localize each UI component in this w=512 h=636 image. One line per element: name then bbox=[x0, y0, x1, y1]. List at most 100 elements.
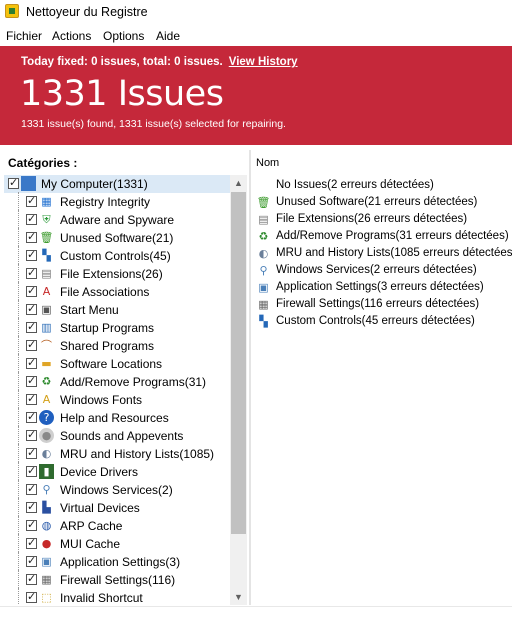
category-item[interactable]: ◍ ARP Cache bbox=[4, 516, 230, 536]
category-checkbox[interactable] bbox=[26, 374, 37, 387]
list-header[interactable]: Nom bbox=[251, 150, 512, 174]
category-label: Custom Controls(45) bbox=[60, 249, 171, 263]
category-item[interactable]: ? Help and Resources bbox=[4, 408, 230, 428]
category-checkbox[interactable] bbox=[26, 572, 37, 585]
shared-icon: ⌒ bbox=[39, 338, 54, 353]
tree-connector bbox=[18, 408, 20, 428]
categories-scrollbar[interactable]: ▲ ▼ bbox=[230, 175, 247, 605]
category-item[interactable]: ▥ Startup Programs bbox=[4, 318, 230, 338]
category-item[interactable]: ♻ Add/Remove Programs(31) bbox=[4, 372, 230, 392]
category-item[interactable]: ◐ MRU and History Lists(1085) bbox=[4, 444, 230, 464]
category-label: File Extensions(26) bbox=[60, 267, 163, 281]
recycle-icon: ♻ bbox=[39, 374, 54, 389]
controls-icon: ▚ bbox=[39, 248, 54, 263]
category-item[interactable]: ▙ Virtual Devices bbox=[4, 498, 230, 518]
category-item[interactable]: ▮ Device Drivers bbox=[4, 462, 230, 482]
tree-connector bbox=[18, 462, 20, 482]
category-item[interactable]: ▣ Start Menu bbox=[4, 300, 230, 320]
menu-options[interactable]: Options bbox=[103, 29, 144, 43]
services-icon: ⚲ bbox=[39, 482, 54, 497]
firewall-icon: ▦ bbox=[256, 297, 271, 312]
tree-connector bbox=[18, 480, 20, 500]
category-checkbox[interactable] bbox=[26, 518, 37, 531]
tree-connector bbox=[18, 426, 20, 446]
category-checkbox[interactable] bbox=[26, 266, 37, 279]
services-icon: ⚲ bbox=[256, 263, 271, 278]
sound-icon: ● bbox=[39, 428, 54, 443]
tree-connector bbox=[18, 246, 20, 266]
category-checkbox[interactable] bbox=[26, 392, 37, 405]
category-checkbox[interactable] bbox=[26, 356, 37, 369]
category-checkbox[interactable] bbox=[26, 554, 37, 567]
pane-splitter[interactable] bbox=[249, 150, 251, 605]
tree-connector bbox=[18, 318, 20, 338]
issue-label: No Issues(2 erreurs détectées) bbox=[276, 179, 434, 191]
category-checkbox[interactable] bbox=[26, 194, 37, 207]
status-divider bbox=[0, 606, 512, 607]
category-item[interactable]: A Windows Fonts bbox=[4, 390, 230, 410]
category-checkbox[interactable] bbox=[26, 428, 37, 441]
issue-label: Firewall Settings(116 erreurs détectées) bbox=[276, 298, 480, 310]
category-checkbox[interactable] bbox=[26, 230, 37, 243]
category-item[interactable]: ▣ Application Settings(3) bbox=[4, 552, 230, 572]
category-label: Software Locations bbox=[60, 357, 163, 371]
menu-aide[interactable]: Aide bbox=[156, 29, 180, 43]
category-checkbox[interactable] bbox=[8, 176, 19, 189]
category-checkbox[interactable] bbox=[26, 338, 37, 351]
category-label: Sounds and Appevents bbox=[60, 429, 184, 443]
category-checkbox[interactable] bbox=[26, 464, 37, 477]
issues-subtitle: 1331 issue(s) found, 1331 issue(s) selec… bbox=[21, 118, 286, 130]
category-item[interactable]: ⚲ Windows Services(2) bbox=[4, 480, 230, 500]
category-checkbox[interactable] bbox=[26, 284, 37, 297]
category-item[interactable]: ● MUI Cache bbox=[4, 534, 230, 554]
category-item[interactable]: ⛨ Adware and Spyware bbox=[4, 210, 230, 230]
scroll-up-icon[interactable]: ▲ bbox=[230, 175, 247, 191]
help-icon: ? bbox=[39, 410, 54, 425]
category-checkbox[interactable] bbox=[26, 446, 37, 459]
category-label: Firewall Settings(116) bbox=[60, 573, 176, 587]
driver-icon: ▮ bbox=[39, 464, 54, 479]
app-settings-icon: ▣ bbox=[256, 280, 271, 295]
category-item[interactable]: ⌒ Shared Programs bbox=[4, 336, 230, 356]
menu-bar: Fichier Actions Options Aide bbox=[0, 27, 512, 45]
scroll-thumb[interactable] bbox=[231, 192, 246, 534]
category-item[interactable]: ⬚ Invalid Shortcut bbox=[4, 588, 230, 605]
category-checkbox[interactable] bbox=[26, 500, 37, 513]
virtual-device-icon: ▙ bbox=[39, 500, 54, 515]
category-checkbox[interactable] bbox=[26, 212, 37, 225]
categories-tree: My Computer(1331) ▦ Registry Integrity ⛨ Adw… bbox=[4, 175, 248, 605]
tree-root-my-computer[interactable]: My Computer(1331) bbox=[4, 175, 230, 193]
arp-icon: ◍ bbox=[39, 518, 54, 533]
issue-label: Custom Controls(45 erreurs détectées) bbox=[276, 315, 475, 327]
category-item[interactable]: A File Associations bbox=[4, 282, 230, 302]
category-item[interactable]: ▚ Custom Controls(45) bbox=[4, 246, 230, 266]
category-label: ARP Cache bbox=[60, 519, 123, 533]
category-item[interactable]: 🗑 Unused Software(21) bbox=[4, 228, 230, 248]
menu-fichier[interactable]: Fichier bbox=[6, 29, 42, 43]
category-item[interactable]: ▦ Firewall Settings(116) bbox=[4, 570, 230, 590]
menu-actions[interactable]: Actions bbox=[52, 29, 91, 43]
category-label: Registry Integrity bbox=[60, 195, 151, 209]
category-checkbox[interactable] bbox=[26, 248, 37, 261]
category-checkbox[interactable] bbox=[26, 302, 37, 315]
fixed-summary-text: Today fixed: 0 issues, total: 0 issues. bbox=[21, 56, 223, 68]
category-checkbox[interactable] bbox=[26, 482, 37, 495]
start-menu-icon: ▣ bbox=[39, 302, 54, 317]
category-item[interactable]: ▦ Registry Integrity bbox=[4, 192, 230, 212]
issues-count: 1331 Issues bbox=[20, 74, 224, 114]
tree-connector bbox=[18, 552, 20, 572]
tree-connector bbox=[18, 444, 20, 464]
category-item[interactable]: ● Sounds and Appevents bbox=[4, 426, 230, 446]
issue-label: File Extensions(26 erreurs détectées) bbox=[276, 213, 468, 225]
category-item[interactable]: ▬ Software Locations bbox=[4, 354, 230, 374]
title-bar: Nettoyeur du Registre bbox=[0, 0, 512, 24]
tree-connector bbox=[18, 390, 20, 410]
category-checkbox[interactable] bbox=[26, 536, 37, 549]
category-checkbox[interactable] bbox=[26, 590, 37, 603]
category-checkbox[interactable] bbox=[26, 410, 37, 423]
category-checkbox[interactable] bbox=[26, 320, 37, 333]
issue-label: Windows Services(2 erreurs détectées) bbox=[276, 264, 477, 276]
view-history-link[interactable]: View History bbox=[229, 56, 298, 68]
scroll-down-icon[interactable]: ▼ bbox=[230, 589, 247, 605]
category-item[interactable]: ▤ File Extensions(26) bbox=[4, 264, 230, 284]
